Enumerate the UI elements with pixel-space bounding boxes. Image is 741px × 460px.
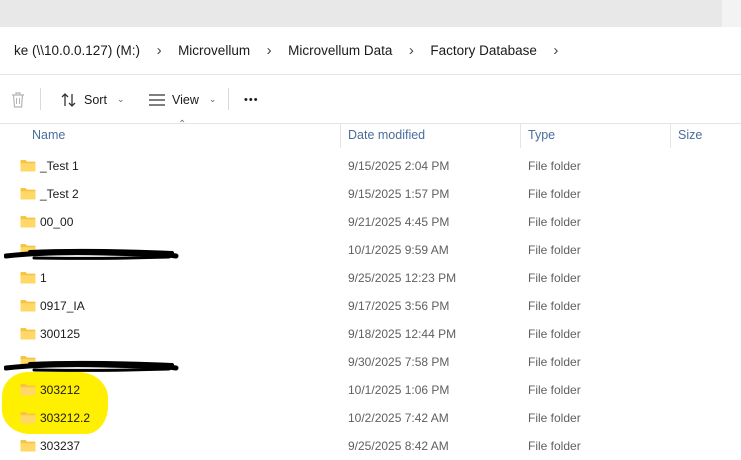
- view-label: View: [172, 92, 199, 107]
- file-row[interactable]: 0917_IA 9/17/2025 3:56 PM File folder: [0, 292, 741, 320]
- file-row[interactable]: _Test 2 9/15/2025 1:57 PM File folder: [0, 180, 741, 208]
- breadcrumb-microvellum[interactable]: Microvellum: [178, 43, 250, 58]
- breadcrumb-microvellum-data[interactable]: Microvellum Data: [288, 43, 392, 58]
- file-type: File folder: [528, 411, 581, 425]
- file-type: File folder: [528, 327, 581, 341]
- file-name: 303237: [40, 439, 81, 453]
- chevron-down-icon: ⌄: [116, 94, 125, 104]
- window-top-strip: [0, 0, 741, 27]
- file-row[interactable]: 00_00 9/21/2025 4:45 PM File folder: [0, 208, 741, 236]
- file-date-modified: 10/1/2025 9:59 AM: [348, 243, 449, 257]
- breadcrumb: ke (\\10.0.0.127) (M:) › Microvellum › M…: [0, 27, 741, 75]
- command-bar: Sort ⌄ View ⌄ •••: [0, 75, 741, 124]
- file-name: 300125: [40, 327, 81, 341]
- more-options-button[interactable]: •••: [244, 75, 259, 124]
- chevron-right-icon[interactable]: ›: [140, 42, 178, 59]
- column-header-name[interactable]: Name: [32, 124, 65, 148]
- column-divider[interactable]: [520, 124, 521, 148]
- file-date-modified: 10/2/2025 7:42 AM: [348, 411, 449, 425]
- folder-icon: [20, 215, 36, 228]
- file-type: File folder: [528, 215, 581, 229]
- file-type: File folder: [528, 243, 581, 257]
- trash-icon: [12, 91, 24, 108]
- file-row[interactable]: 9/30/2025 7:58 PM File folder: [0, 348, 741, 376]
- file-name: 0917_IA: [40, 299, 85, 313]
- file-type: File folder: [528, 299, 581, 313]
- file-date-modified: 9/21/2025 4:45 PM: [348, 215, 450, 229]
- file-type: File folder: [528, 271, 581, 285]
- file-row[interactable]: 303212 10/1/2025 1:06 PM File folder: [0, 376, 741, 404]
- title-bar-area: [0, 0, 722, 27]
- view-button[interactable]: View ⌄: [148, 75, 216, 124]
- breadcrumb-drive[interactable]: ke (\\10.0.0.127) (M:): [14, 43, 140, 58]
- column-header-date-modified[interactable]: Date modified: [348, 124, 425, 148]
- file-name: 303212.2: [40, 411, 91, 425]
- file-name: _Test 1: [40, 159, 79, 173]
- chevron-right-icon[interactable]: ›: [250, 42, 288, 59]
- file-date-modified: 9/25/2025 12:23 PM: [348, 271, 457, 285]
- sort-button[interactable]: Sort ⌄: [60, 75, 124, 124]
- folder-icon: [20, 439, 36, 452]
- file-date-modified: 9/25/2025 8:42 AM: [348, 439, 449, 453]
- file-date-modified: 9/15/2025 2:04 PM: [348, 159, 450, 173]
- file-row[interactable]: 10/1/2025 9:59 AM File folder: [0, 236, 741, 264]
- folder-icon: [20, 411, 36, 424]
- folder-icon: [20, 299, 36, 312]
- folder-icon: [20, 383, 36, 396]
- chevron-down-icon: ⌄: [208, 94, 217, 104]
- file-date-modified: 9/15/2025 1:57 PM: [348, 187, 450, 201]
- folder-icon: [20, 159, 36, 172]
- sort-label: Sort: [84, 92, 107, 107]
- file-name: 1: [40, 271, 47, 285]
- file-name: _Test 2: [40, 187, 79, 201]
- more-icon: •••: [244, 93, 259, 106]
- file-row[interactable]: 300125 9/18/2025 12:44 PM File folder: [0, 320, 741, 348]
- column-header-size[interactable]: Size: [678, 124, 702, 148]
- redaction-scribble: [4, 248, 179, 260]
- toolbar-divider: [40, 88, 41, 110]
- file-date-modified: 9/30/2025 7:58 PM: [348, 355, 450, 369]
- view-list-icon: [149, 93, 165, 106]
- redaction-scribble: [4, 360, 179, 372]
- file-type: File folder: [528, 383, 581, 397]
- file-date-modified: 10/1/2025 1:06 PM: [348, 383, 450, 397]
- file-row[interactable]: 1 9/25/2025 12:23 PM File folder: [0, 264, 741, 292]
- file-row[interactable]: _Test 1 9/15/2025 2:04 PM File folder: [0, 152, 741, 180]
- toolbar-divider: [228, 88, 229, 110]
- file-type: File folder: [528, 159, 581, 173]
- file-date-modified: 9/18/2025 12:44 PM: [348, 327, 457, 341]
- file-type: File folder: [528, 355, 581, 369]
- file-row[interactable]: 303237 9/25/2025 8:42 AM File folder: [0, 432, 741, 460]
- sort-icon: [61, 92, 76, 107]
- file-name: 303212: [40, 383, 81, 397]
- file-date-modified: 9/17/2025 3:56 PM: [348, 299, 450, 313]
- file-type: File folder: [528, 187, 581, 201]
- folder-icon: [20, 187, 36, 200]
- file-row[interactable]: 303212.2 10/2/2025 7:42 AM File folder: [0, 404, 741, 432]
- sort-ascending-icon: ⌃: [178, 119, 187, 130]
- delete-button[interactable]: [10, 75, 26, 124]
- chevron-right-icon[interactable]: ›: [392, 42, 430, 59]
- folder-icon: [20, 271, 36, 284]
- file-name: 00_00: [40, 215, 74, 229]
- column-header-type[interactable]: Type: [528, 124, 555, 148]
- column-headers: ⌃ Name Date modified Type Size: [0, 119, 741, 148]
- column-divider[interactable]: [670, 124, 671, 148]
- folder-icon: [20, 327, 36, 340]
- breadcrumb-factory-database[interactable]: Factory Database: [430, 43, 537, 58]
- file-list: _Test 1 9/15/2025 2:04 PM File folder _Test…: [0, 152, 741, 460]
- column-divider[interactable]: [340, 124, 341, 148]
- file-type: File folder: [528, 439, 581, 453]
- chevron-right-icon[interactable]: ›: [537, 42, 575, 59]
